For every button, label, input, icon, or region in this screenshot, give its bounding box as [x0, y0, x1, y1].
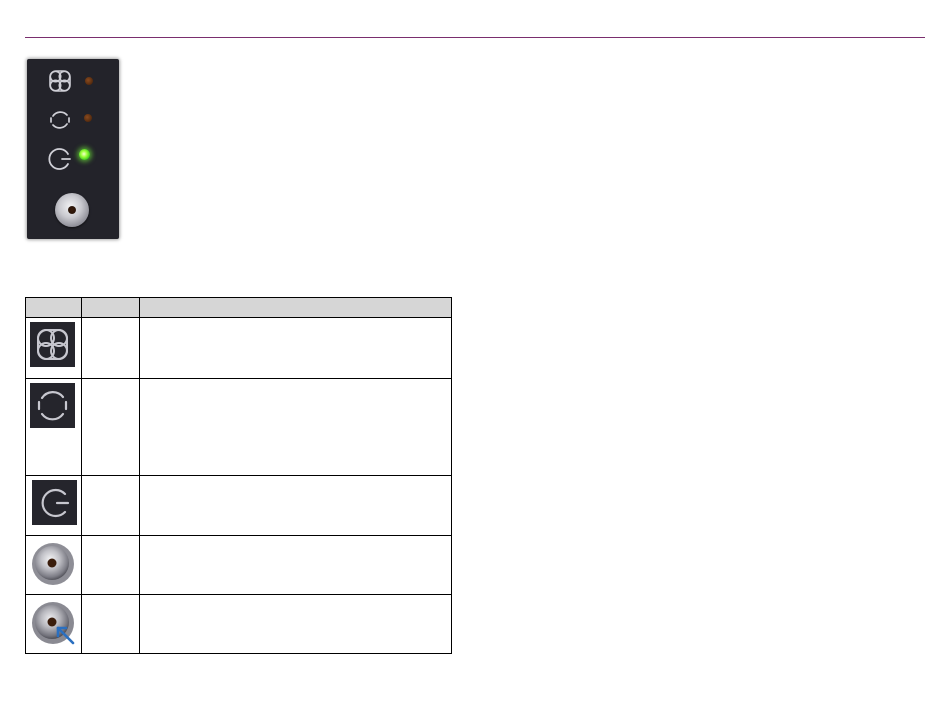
power-cycle-icon — [48, 148, 71, 170]
row-description-cell — [139, 378, 452, 476]
icon-cell — [25, 378, 82, 476]
recessed-button-icon — [29, 540, 77, 588]
indicator-reference-table — [25, 297, 452, 654]
header-cell — [81, 297, 140, 318]
recessed-button-icon — [55, 193, 89, 227]
table-row — [25, 475, 452, 536]
cycle-status-led — [84, 114, 92, 122]
power-status-led — [79, 149, 90, 160]
row-description-cell — [139, 535, 452, 595]
table-row — [25, 317, 452, 379]
icon-cell — [25, 535, 82, 595]
icon-cell — [25, 475, 82, 536]
icon-cell — [25, 317, 82, 379]
table-row — [25, 535, 452, 595]
table-row — [25, 594, 452, 654]
table-row — [25, 378, 452, 476]
icon-cell — [25, 594, 82, 654]
row-description-cell — [139, 317, 452, 379]
cycle-icon — [50, 111, 70, 129]
cycle-icon — [30, 383, 75, 428]
recessed-button-pressed-icon — [29, 599, 77, 647]
row-value-cell — [81, 535, 140, 595]
header-rule — [25, 37, 925, 38]
fan-icon — [30, 322, 75, 367]
indicator-panel-photo — [27, 59, 119, 239]
header-cell — [25, 297, 82, 318]
row-description-cell — [139, 594, 452, 654]
header-cell — [139, 297, 452, 318]
row-description-cell — [139, 475, 452, 536]
power-cycle-icon — [32, 480, 77, 525]
fan-status-led — [85, 77, 93, 85]
row-value-cell — [81, 475, 140, 536]
row-value-cell — [81, 378, 140, 476]
table-header-row — [25, 297, 452, 318]
button-hole — [68, 206, 76, 214]
row-value-cell — [81, 317, 140, 379]
fan-icon — [49, 70, 71, 92]
row-value-cell — [81, 594, 140, 654]
